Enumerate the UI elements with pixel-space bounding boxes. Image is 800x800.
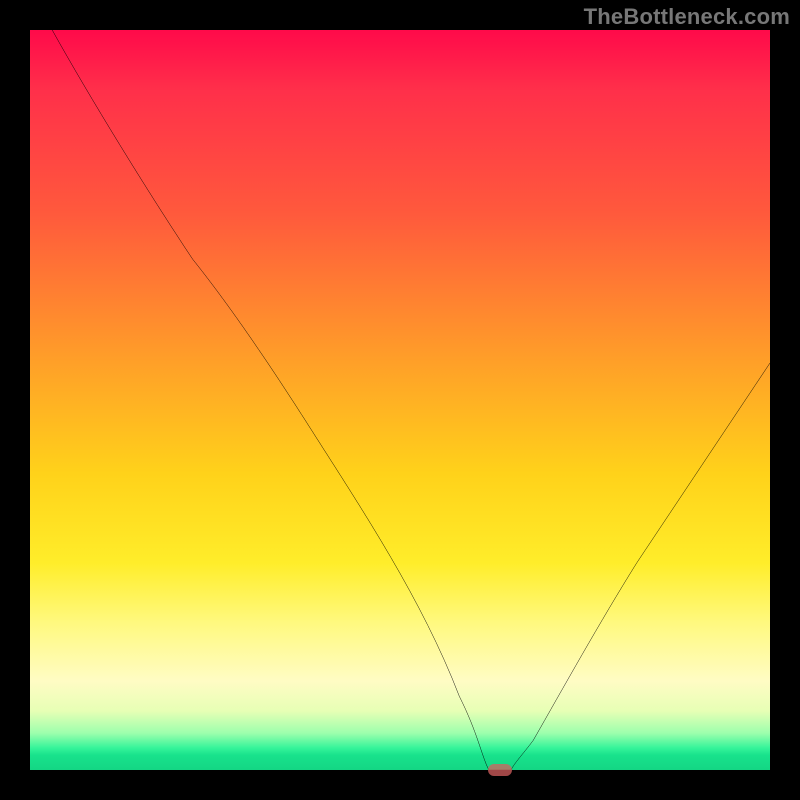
watermark-text: TheBottleneck.com	[584, 4, 790, 30]
chart-frame: TheBottleneck.com	[0, 0, 800, 800]
minimum-marker	[488, 764, 512, 776]
bottleneck-curve	[30, 30, 770, 770]
plot-area	[30, 30, 770, 770]
curve-path	[52, 30, 770, 770]
